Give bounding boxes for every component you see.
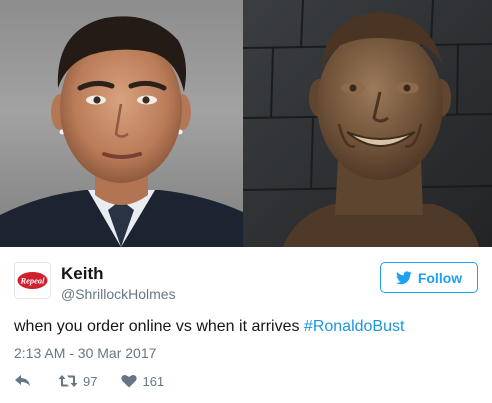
retweet-count: 97 <box>83 373 98 389</box>
tweet-header: Repeal Keith @ShrillockHolmes Follow <box>14 259 478 305</box>
like-button[interactable]: 161 <box>121 374 164 389</box>
reply-icon <box>15 375 30 386</box>
follow-button[interactable]: Follow <box>380 262 478 293</box>
tweet-text-body: when you order online vs when it arrives <box>14 318 304 335</box>
left-photo[interactable] <box>0 0 243 247</box>
follow-label: Follow <box>417 269 463 286</box>
tweet-media <box>0 0 492 247</box>
right-photo[interactable] <box>243 0 492 247</box>
bird-icon <box>395 270 412 284</box>
hashtag-link[interactable]: #RonaldoBust <box>304 318 405 335</box>
author-handle[interactable]: @ShrillockHolmes <box>61 286 176 302</box>
retweet-button[interactable]: 97 <box>58 374 97 389</box>
man-portrait-image <box>0 16 243 247</box>
avatar[interactable]: Repeal <box>14 262 51 299</box>
tweet-timestamp[interactable]: 2:13 AM - 30 Mar 2017 <box>14 345 156 361</box>
repeal-logo-icon: Repeal <box>15 263 50 298</box>
avatar-logo-text: Repeal <box>19 276 45 286</box>
author-name[interactable]: Keith <box>61 264 104 284</box>
reply-button[interactable] <box>14 374 31 388</box>
retweet-icon <box>58 375 78 387</box>
like-count: 161 <box>142 373 165 389</box>
heart-icon <box>121 374 138 388</box>
tweet-actions: 97 161 <box>14 371 164 391</box>
tweet-text: when you order online vs when it arrives… <box>14 318 404 336</box>
bronze-bust-image <box>243 0 492 247</box>
